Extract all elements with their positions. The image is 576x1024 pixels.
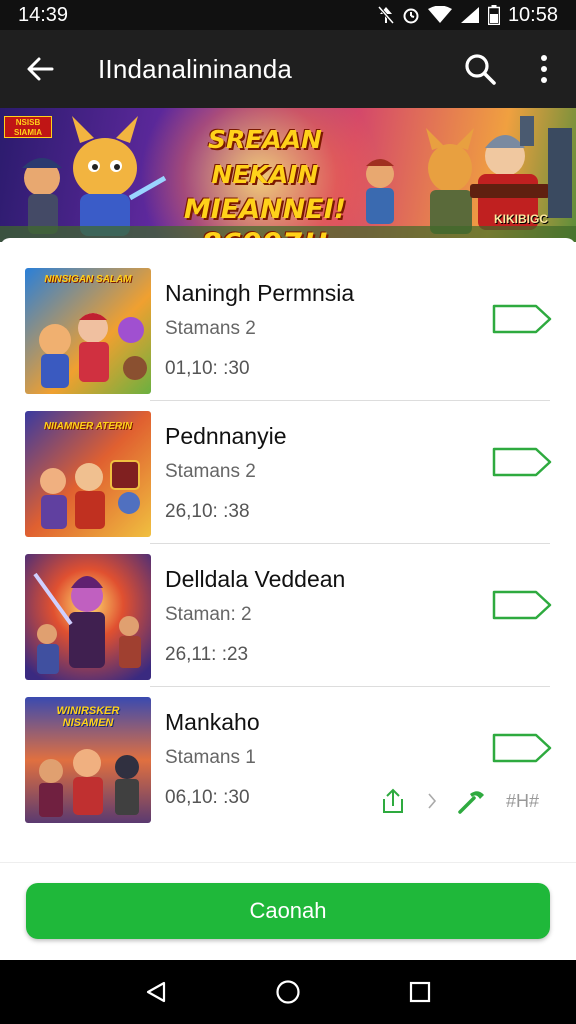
item-title: Mankaho: [165, 709, 260, 735]
content-sheet: NINSIGAN SALAM Naningh Permnsia Stamans …: [0, 238, 576, 960]
status-bar: 14:39 10:58: [0, 0, 576, 30]
tag-button[interactable]: [490, 445, 554, 479]
battery-icon: [487, 5, 500, 25]
status-time-right: 10:58: [507, 3, 558, 26]
item-time: 26,11: :23: [165, 644, 249, 665]
banner-corner-tag: NSISB SIAMIA: [4, 116, 52, 138]
chevron-right-icon[interactable]: [426, 791, 438, 811]
item-time: 26,10: :38: [165, 501, 250, 522]
status-time-left: 14:39: [18, 3, 69, 26]
banner-line-2: MIEANNEI!: [183, 194, 347, 225]
item-time: 06,10: :30: [165, 787, 250, 808]
banner-character-left: [72, 116, 167, 236]
thumbnail-caption: NIIAMNER ATERIN: [43, 421, 133, 432]
tag-button[interactable]: [490, 588, 554, 622]
game-list: NINSIGAN SALAM Naningh Permnsia Stamans …: [0, 258, 576, 901]
nav-back-icon: [146, 981, 166, 1003]
thumbnail-caption: NINSIGAN SALAM: [44, 274, 132, 285]
item-title: Delldala Veddean: [165, 566, 346, 592]
banner-character-small: [22, 158, 62, 234]
wifi-icon: [427, 6, 452, 23]
nav-recents-icon: [409, 981, 431, 1003]
item-title: Pednnanyie: [165, 423, 287, 449]
bottom-action-area: Caonah: [0, 862, 576, 960]
banner-badge: KIKIBIGC: [494, 212, 548, 226]
banner-line-1: SREAAN NEKAIN: [208, 125, 322, 189]
primary-action-button[interactable]: Caonah: [26, 883, 550, 939]
game-thumbnail: NIIAMNER ATERIN: [25, 411, 151, 537]
search-icon: [465, 54, 496, 85]
list-item[interactable]: NINSIGAN SALAM Naningh Permnsia Stamans …: [0, 258, 576, 401]
list-item[interactable]: NIIAMNER ATERIN Pednnanyie Stamans 2 26,…: [0, 401, 576, 544]
no-data-icon: [377, 6, 394, 24]
game-thumbnail: [25, 554, 151, 680]
nav-recents-button[interactable]: [390, 960, 450, 1024]
app-title: IIndanalininanda: [98, 53, 293, 84]
alarm-icon: [403, 8, 419, 24]
action-count: #H#: [506, 790, 540, 811]
item-subtitle: Staman: 2: [165, 604, 252, 625]
tag-button[interactable]: [490, 731, 554, 765]
back-button[interactable]: [0, 30, 80, 108]
tag-button[interactable]: [490, 302, 554, 336]
nav-home-icon: [276, 980, 300, 1004]
share-icon[interactable]: [378, 787, 408, 815]
nav-home-button[interactable]: [258, 960, 318, 1024]
list-item[interactable]: WINIRSKER NISAMEN Mankaho Stamans 1 06,1…: [0, 687, 576, 830]
item-subtitle: Stamans 2: [165, 318, 256, 339]
banner-character-right-1: [366, 159, 394, 224]
game-thumbnail: WINIRSKER NISAMEN: [25, 697, 151, 823]
status-icons: 10:58: [377, 3, 558, 27]
promo-banner[interactable]: NSISB SIAMIA SREAAN NEKAIN MIEANNEI! 869…: [0, 108, 576, 242]
item-subtitle: Stamans 1: [165, 747, 256, 768]
more-options-button[interactable]: [512, 30, 576, 108]
list-item[interactable]: Delldala Veddean Staman: 2 26,11: :23: [0, 544, 576, 687]
item-time: 01,10: :30: [165, 358, 250, 379]
thumbnail-caption: WINIRSKER NISAMEN: [56, 705, 120, 729]
item-title: Naningh Permnsia: [165, 280, 355, 306]
item-action-row: #H#: [378, 787, 539, 815]
hammer-icon[interactable]: [456, 787, 488, 815]
banner-character-right-2: [426, 128, 474, 234]
thumbnail-artwork: [25, 268, 151, 394]
game-thumbnail: NINSIGAN SALAM: [25, 268, 151, 394]
banner-headline: SREAAN NEKAIN MIEANNEI! 86997!!: [160, 122, 370, 242]
back-arrow-icon: [27, 57, 54, 81]
item-subtitle: Stamans 2: [165, 461, 256, 482]
nav-back-button[interactable]: [126, 960, 186, 1024]
thumbnail-artwork: [25, 554, 151, 680]
signal-icon: [460, 7, 479, 23]
search-button[interactable]: [448, 30, 512, 108]
system-nav-bar: [0, 960, 576, 1024]
app-bar: IIndanalininanda: [0, 30, 576, 108]
more-vert-icon: [541, 55, 547, 83]
